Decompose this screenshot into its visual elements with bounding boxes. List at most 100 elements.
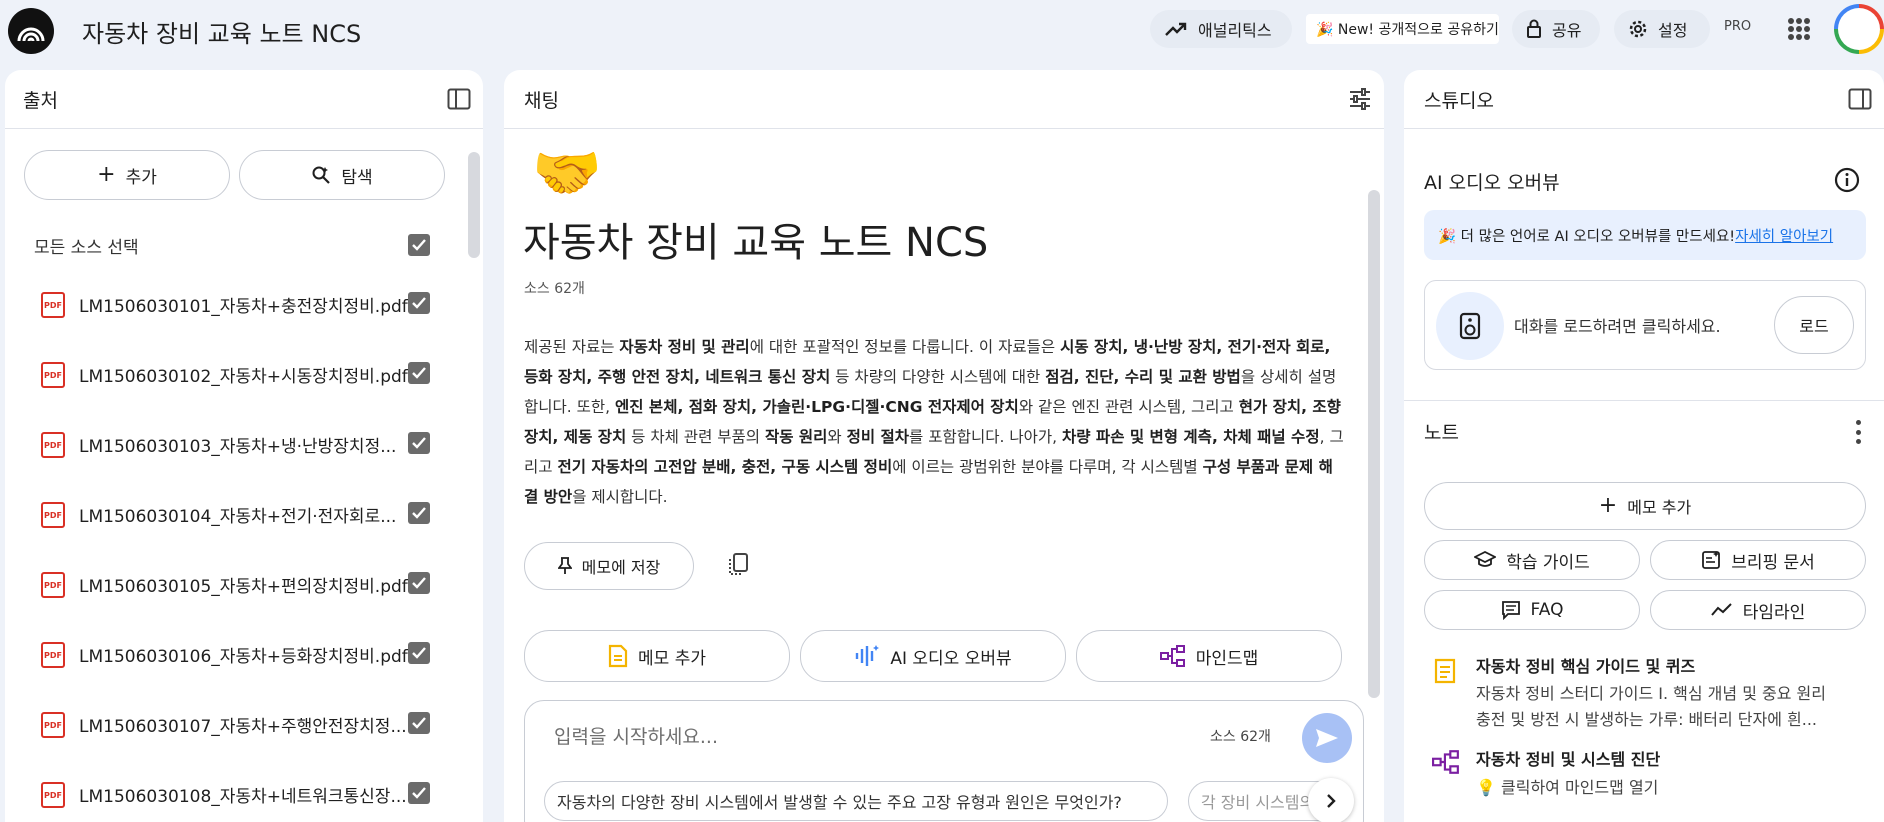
load-button[interactable]: 로드	[1774, 296, 1854, 354]
checkmark-icon	[412, 647, 426, 659]
add-source-button[interactable]: + 추가	[24, 150, 230, 200]
checkmark-icon	[412, 367, 426, 379]
analytics-label: 애널리틱스	[1198, 21, 1272, 40]
send-button[interactable]	[1302, 713, 1352, 763]
study-guide-button[interactable]: 학습 가이드	[1424, 540, 1640, 580]
analytics-button[interactable]: 애널리틱스	[1150, 10, 1292, 48]
source-checkbox[interactable]	[408, 572, 430, 594]
note-title: 자동차 정비 핵심 가이드 및 퀴즈	[1476, 657, 1696, 676]
timeline-label: 타임라인	[1742, 602, 1806, 623]
add-note-button[interactable]: + 메모 추가	[1424, 482, 1866, 530]
notebook-heading: 자동차 장비 교육 노트 NCS	[523, 220, 989, 266]
chat-panel: 채팅 🤝 자동차 장비 교육 노트 NCS 소스 62개 제공된 자료는 자동차…	[504, 70, 1384, 822]
source-checkbox[interactable]	[408, 502, 430, 524]
notebook-emoji: 🤝	[532, 141, 602, 206]
source-name: LM1506030102_자동차+시동장치정비.pdf	[79, 367, 408, 387]
source-item[interactable]: PDF LM1506030106_자동차+등화장치정비.pdf	[5, 642, 475, 712]
pin-icon	[557, 557, 572, 574]
note-preview-line: 💡 클릭하여 마인드맵 열기	[1476, 778, 1659, 797]
source-name: LM1506030108_자동차+네트워크통신장...	[79, 787, 407, 807]
sources-scrollbar[interactable]	[468, 152, 480, 258]
pdf-icon: PDF	[41, 362, 65, 388]
graduation-cap-icon	[1474, 551, 1497, 567]
explore-button[interactable]: 탐색	[239, 150, 445, 200]
audio-overview-title: AI 오디오 오버뷰	[1424, 172, 1560, 194]
save-to-memo-button[interactable]: 메모에 저장	[524, 542, 694, 590]
timeline-button[interactable]: 타임라인	[1650, 590, 1866, 630]
source-checkbox[interactable]	[408, 642, 430, 664]
send-icon	[1316, 729, 1338, 747]
speaker-icon	[1436, 292, 1504, 360]
plus-icon: +	[97, 162, 116, 187]
suggested-question-1[interactable]: 자동차의 다양한 장비 시스템에서 발생할 수 있는 주요 고장 유형과 원인은…	[544, 781, 1168, 821]
note-item[interactable]: 자동차 정비 핵심 가이드 및 퀴즈 자동차 정비 스터디 가이드 I. 핵심 …	[1424, 650, 1866, 730]
info-icon[interactable]	[1834, 167, 1860, 193]
checkmark-icon	[412, 437, 426, 449]
copy-icon[interactable]	[726, 552, 750, 578]
panel-divider	[504, 128, 1384, 129]
pdf-icon: PDF	[41, 292, 65, 318]
source-checkbox[interactable]	[408, 782, 430, 804]
panel-divider	[5, 128, 483, 129]
pdf-icon: PDF	[41, 432, 65, 458]
source-name: LM1506030103_자동차+냉·난방장치정...	[79, 437, 397, 457]
note-item[interactable]: 자동차 정비 및 시스템 진단 💡 클릭하여 마인드맵 열기	[1424, 742, 1866, 802]
collapse-panel-icon[interactable]	[1848, 88, 1872, 110]
more-vert-icon[interactable]	[1856, 420, 1862, 444]
settings-button[interactable]: 설정	[1614, 10, 1710, 48]
tune-settings-icon[interactable]	[1348, 88, 1372, 110]
share-label: 공유	[1552, 21, 1582, 40]
source-item[interactable]: PDF LM1506030107_자동차+주행안전장치정...	[5, 712, 475, 782]
source-item[interactable]: PDF LM1506030103_자동차+냉·난방장치정...	[5, 432, 475, 502]
lock-icon	[1527, 19, 1541, 38]
timeline-icon	[1710, 603, 1732, 616]
pdf-icon: PDF	[41, 572, 65, 598]
notebooklm-logo-icon[interactable]	[8, 8, 54, 54]
notebook-summary: 제공된 자료는 자동차 정비 및 관리에 대한 포괄적인 정보를 다룹니다. 이…	[524, 338, 1344, 506]
note-preview-line: 자동차 정비 스터디 가이드 I. 핵심 개념 및 중요 원리	[1476, 684, 1826, 703]
add-memo-action-button[interactable]: 메모 추가	[524, 630, 790, 682]
note-preview-line: 충전 및 방전 시 발생하는 가루: 배터리 단자에 흰...	[1476, 710, 1818, 729]
learn-more-link[interactable]: 자세히 알아보기	[1735, 225, 1833, 246]
source-checkbox[interactable]	[408, 712, 430, 734]
briefing-doc-label: 브리핑 문서	[1731, 552, 1815, 573]
study-guide-label: 학습 가이드	[1506, 552, 1590, 573]
faq-button[interactable]: FAQ	[1424, 590, 1640, 630]
share-button[interactable]: 공유	[1512, 10, 1600, 48]
checkmark-icon	[412, 717, 426, 729]
audio-overview-action-label: AI 오디오 오버뷰	[890, 648, 1012, 669]
chat-input[interactable]: 입력을 시작하세요...	[554, 722, 1094, 749]
source-checkbox[interactable]	[408, 292, 430, 314]
source-checkbox[interactable]	[408, 362, 430, 384]
faq-chat-icon	[1501, 601, 1520, 620]
notebook-title[interactable]: 자동차 장비 교육 노트 NCS	[82, 14, 361, 49]
source-item[interactable]: PDF LM1506030104_자동차+전기·전자회로...	[5, 502, 475, 572]
apps-grid-icon[interactable]	[1788, 18, 1810, 40]
input-source-count: 소스 62개	[1210, 729, 1271, 745]
source-item[interactable]: PDF LM1506030101_자동차+충전장치정비.pdf	[5, 292, 475, 362]
user-avatar[interactable]	[1834, 4, 1884, 54]
trending-up-icon	[1165, 22, 1187, 36]
source-item[interactable]: PDF LM1506030105_자동차+편의장치정비.pdf	[5, 572, 475, 642]
audio-language-banner: 🎉 더 많은 언어로 AI 오디오 오버뷰를 만드세요! 자세히 알아보기	[1424, 210, 1866, 260]
chat-scrollbar[interactable]	[1368, 190, 1380, 698]
source-checkbox[interactable]	[408, 432, 430, 454]
select-all-checkbox[interactable]	[408, 234, 430, 256]
checkmark-icon	[412, 239, 426, 251]
add-note-label: 메모 추가	[1627, 498, 1692, 517]
settings-label: 설정	[1658, 21, 1688, 40]
collapse-panel-icon[interactable]	[447, 88, 471, 110]
next-suggestions-button[interactable]	[1308, 778, 1354, 822]
audio-overview-action-button[interactable]: AI 오디오 오버뷰	[800, 630, 1066, 682]
new-public-share-badge[interactable]: 🎉 New! 공개적으로 공유하기	[1306, 14, 1499, 44]
source-item[interactable]: PDF LM1506030102_자동차+시동장치정비.pdf	[5, 362, 475, 432]
audio-waveform-icon	[856, 645, 880, 666]
studio-title: 스튜디오	[1424, 90, 1494, 112]
briefing-doc-button[interactable]: 브리핑 문서	[1650, 540, 1866, 580]
mindmap-icon	[1159, 645, 1185, 667]
plus-icon: +	[1598, 493, 1618, 518]
source-item[interactable]: PDF LM1506030108_자동차+네트워크통신장...	[5, 782, 475, 822]
select-all-label: 모든 소스 선택	[34, 238, 139, 258]
pdf-icon: PDF	[41, 642, 65, 668]
mindmap-action-button[interactable]: 마인드맵	[1076, 630, 1342, 682]
